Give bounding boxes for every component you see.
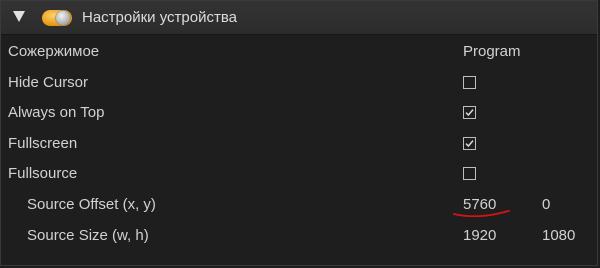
table-header-row: Сожержимое Program bbox=[1, 37, 597, 67]
checkmark-icon bbox=[465, 140, 474, 148]
fullsource-checkbox[interactable] bbox=[463, 167, 476, 180]
setting-label: Source Offset (x, y) bbox=[27, 196, 156, 213]
setting-row-always-on-top: Always on Top bbox=[1, 98, 597, 128]
setting-label: Fullscreen bbox=[8, 135, 78, 152]
red-underline-annotation bbox=[453, 210, 510, 218]
setting-label: Hide Cursor bbox=[8, 74, 89, 91]
panel-title: Настройки устройства bbox=[82, 9, 237, 26]
device-settings-panel: Настройки устройства Сожержимое Program … bbox=[0, 0, 598, 266]
setting-row-fullsource: Fullsource bbox=[1, 159, 597, 189]
checkmark-icon bbox=[465, 109, 474, 117]
setting-label: Source Size (w, h) bbox=[27, 227, 149, 244]
setting-label: Fullsource bbox=[8, 165, 78, 182]
setting-row-source-size: Source Size (w, h) 1920 1080 bbox=[1, 221, 597, 251]
fullscreen-checkbox[interactable] bbox=[463, 137, 476, 150]
column-header-program: Program bbox=[463, 43, 521, 60]
collapse-arrow-icon[interactable] bbox=[13, 11, 25, 22]
device-toggle-icon bbox=[42, 10, 72, 26]
source-size-h-field[interactable]: 1080 bbox=[542, 227, 575, 244]
hide-cursor-checkbox[interactable] bbox=[463, 76, 476, 89]
setting-row-hide-cursor: Hide Cursor bbox=[1, 68, 597, 98]
source-size-w-field[interactable]: 1920 bbox=[463, 227, 496, 244]
always-on-top-checkbox[interactable] bbox=[463, 106, 476, 119]
column-header-content: Сожержимое bbox=[8, 43, 100, 60]
panel-header[interactable]: Настройки устройства bbox=[1, 1, 597, 35]
setting-row-fullscreen: Fullscreen bbox=[1, 129, 597, 159]
source-offset-y-field[interactable]: 0 bbox=[542, 196, 550, 213]
setting-label: Always on Top bbox=[8, 104, 105, 121]
